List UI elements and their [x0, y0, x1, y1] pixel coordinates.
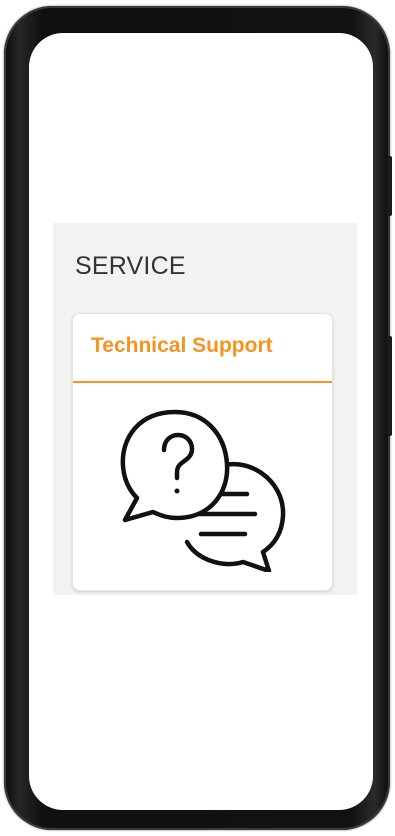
- card-title: Technical Support: [91, 334, 273, 357]
- card-divider: [73, 381, 332, 383]
- support-chat-bubbles-icon: [120, 409, 286, 572]
- phone-screen: SERVICE Technical Support: [29, 33, 373, 810]
- power-button: [387, 156, 392, 216]
- volume-button: [387, 336, 392, 436]
- phone-frame: SERVICE Technical Support: [4, 6, 392, 830]
- service-panel: SERVICE Technical Support: [53, 223, 357, 595]
- technical-support-card[interactable]: Technical Support: [72, 313, 333, 591]
- section-title: SERVICE: [75, 252, 186, 280]
